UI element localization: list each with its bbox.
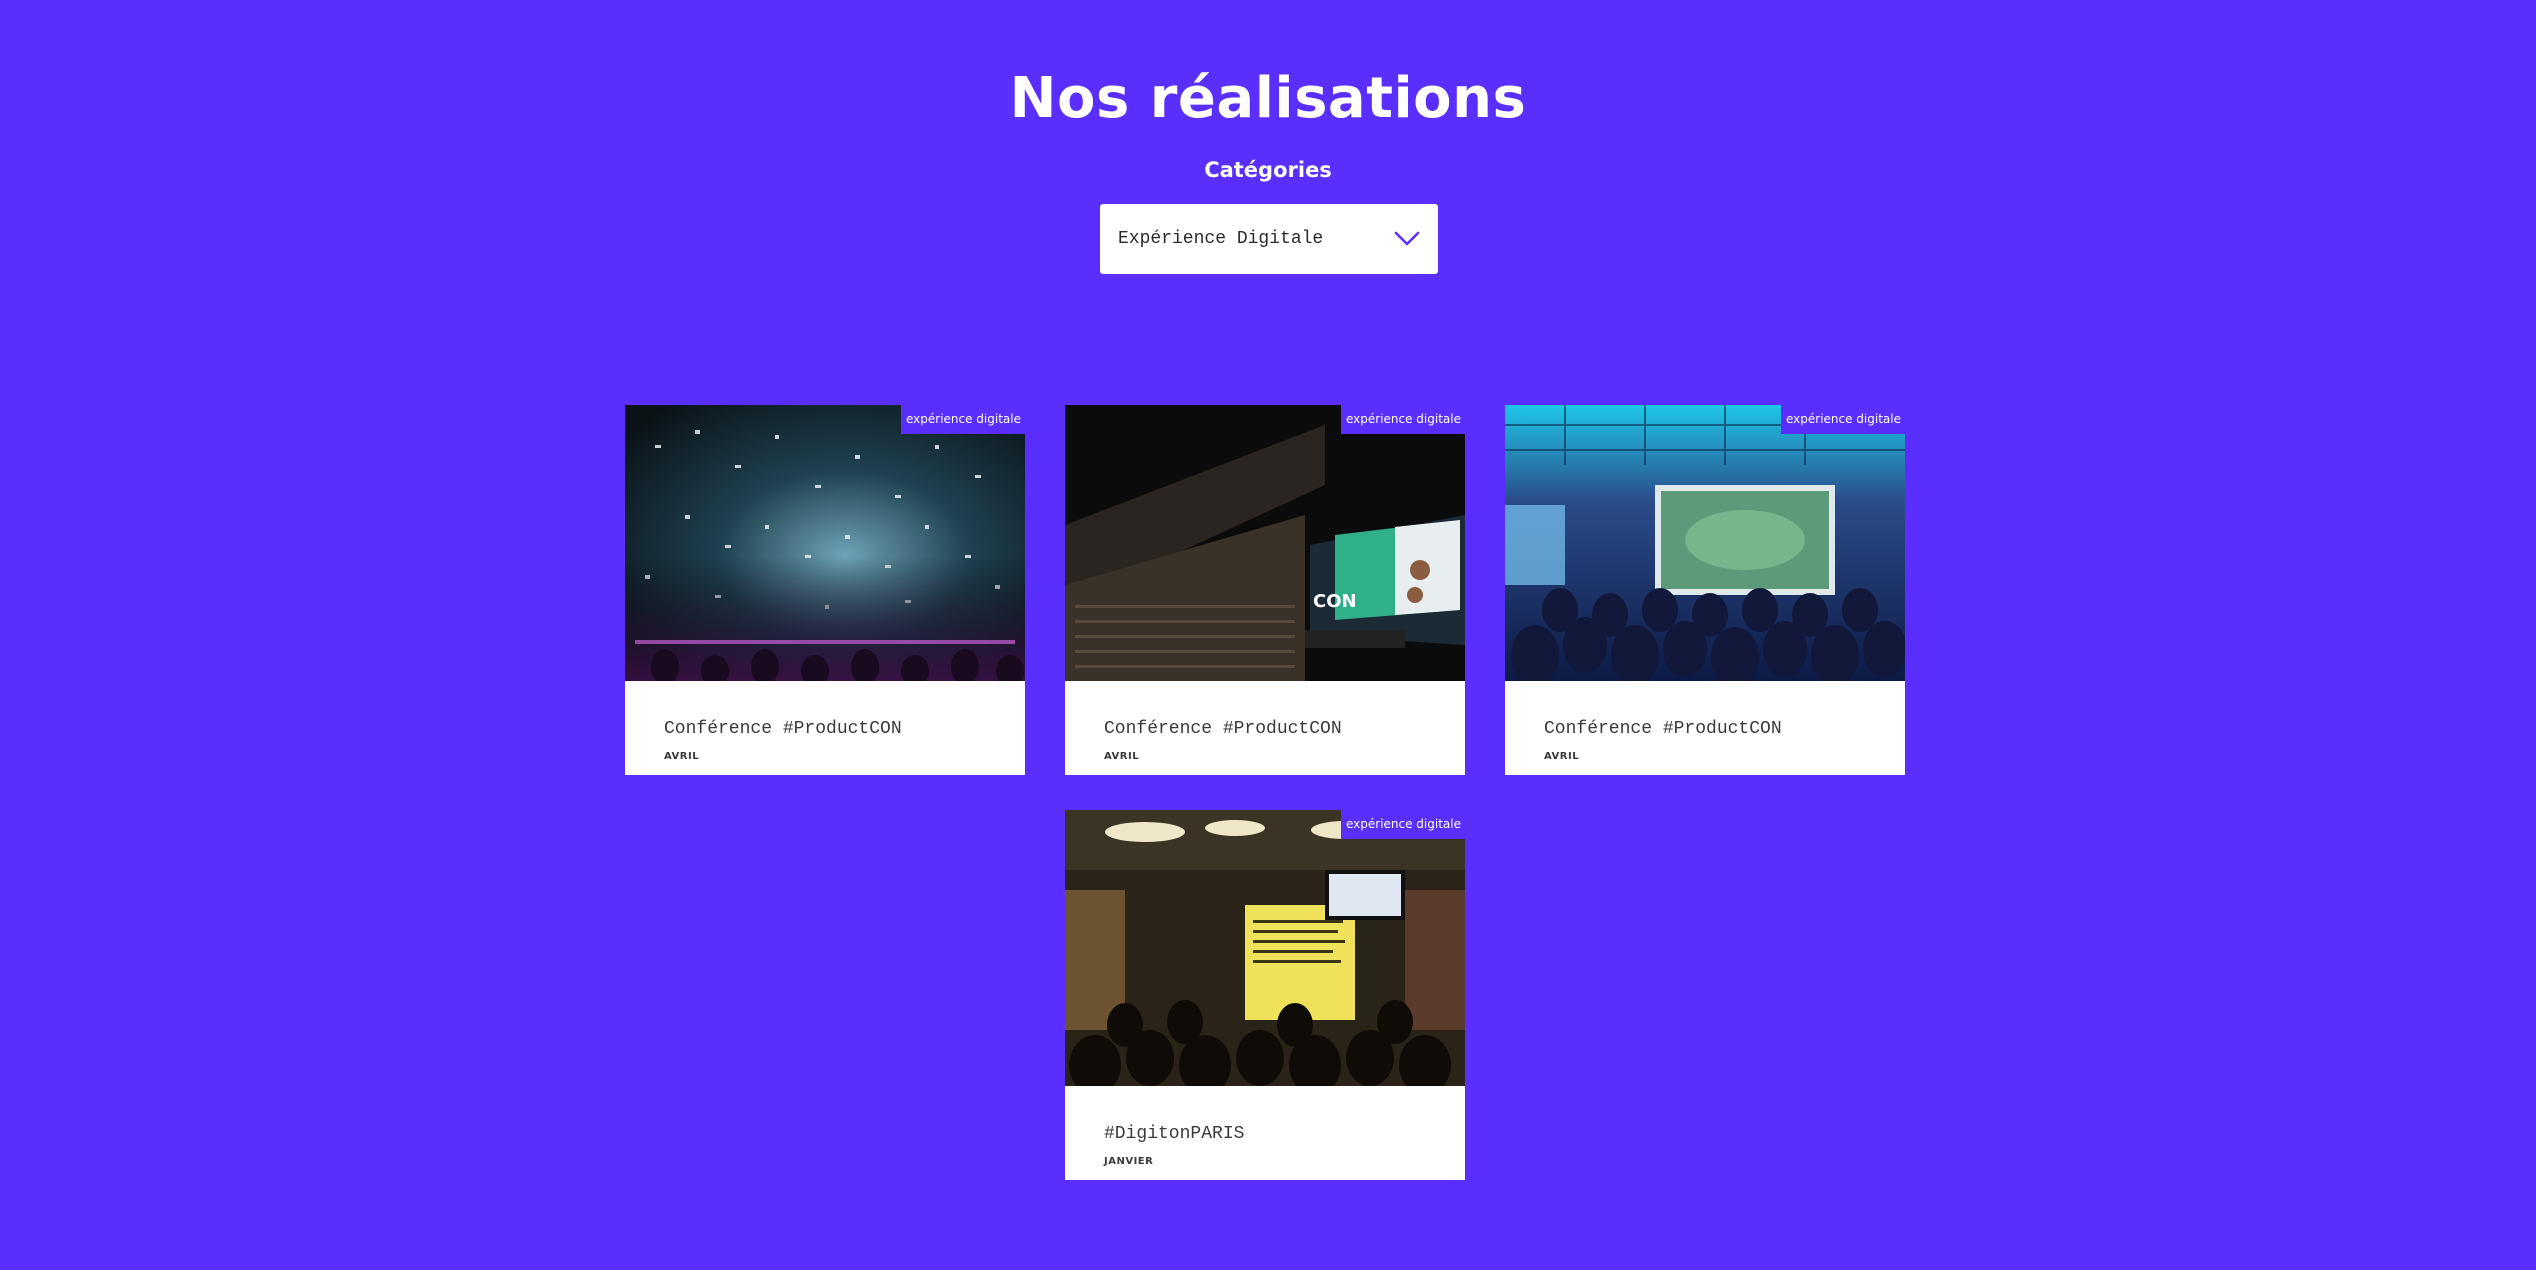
card-title: #DigitonPARIS [1104,1124,1245,1144]
card-date: AVRIL [1104,751,1140,762]
category-tag: expérience digitale [1340,405,1465,434]
category-tag: expérience digitale [1780,405,1905,434]
project-card[interactable]: expérience digitale Conférence #ProductC… [625,405,1025,775]
card-title: Conférence #ProductCON [1544,719,1782,739]
svg-text:CON: CON [1313,591,1357,612]
category-select[interactable]: Expérience Digitale [1100,204,1438,274]
conference-room-screen-photo [1505,405,1905,681]
project-card[interactable]: expérience digitale Conférence #ProductC… [1505,405,1905,775]
card-date: AVRIL [664,751,700,762]
card-date: AVRIL [1544,751,1580,762]
category-tag: expérience digitale [900,405,1025,434]
page-title: Nos réalisations [1009,66,1527,131]
project-card[interactable]: CON expérience digitale Conférence #Prod… [1065,405,1465,775]
card-date: JANVIER [1104,1156,1154,1167]
confetti-crowd-photo [625,405,1025,681]
category-select-value: Expérience Digitale [1118,229,1324,249]
bar-presentation-photo [1065,810,1465,1086]
categories-label: Catégories [1204,158,1332,182]
card-title: Conférence #ProductCON [1104,719,1342,739]
card-title: Conférence #ProductCON [664,719,902,739]
category-tag: expérience digitale [1340,810,1465,839]
auditorium-stage-photo: CON [1065,405,1465,681]
project-card[interactable]: expérience digitale #DigitonPARIS JANVIE… [1065,810,1465,1180]
chevron-down-icon [1394,231,1420,246]
